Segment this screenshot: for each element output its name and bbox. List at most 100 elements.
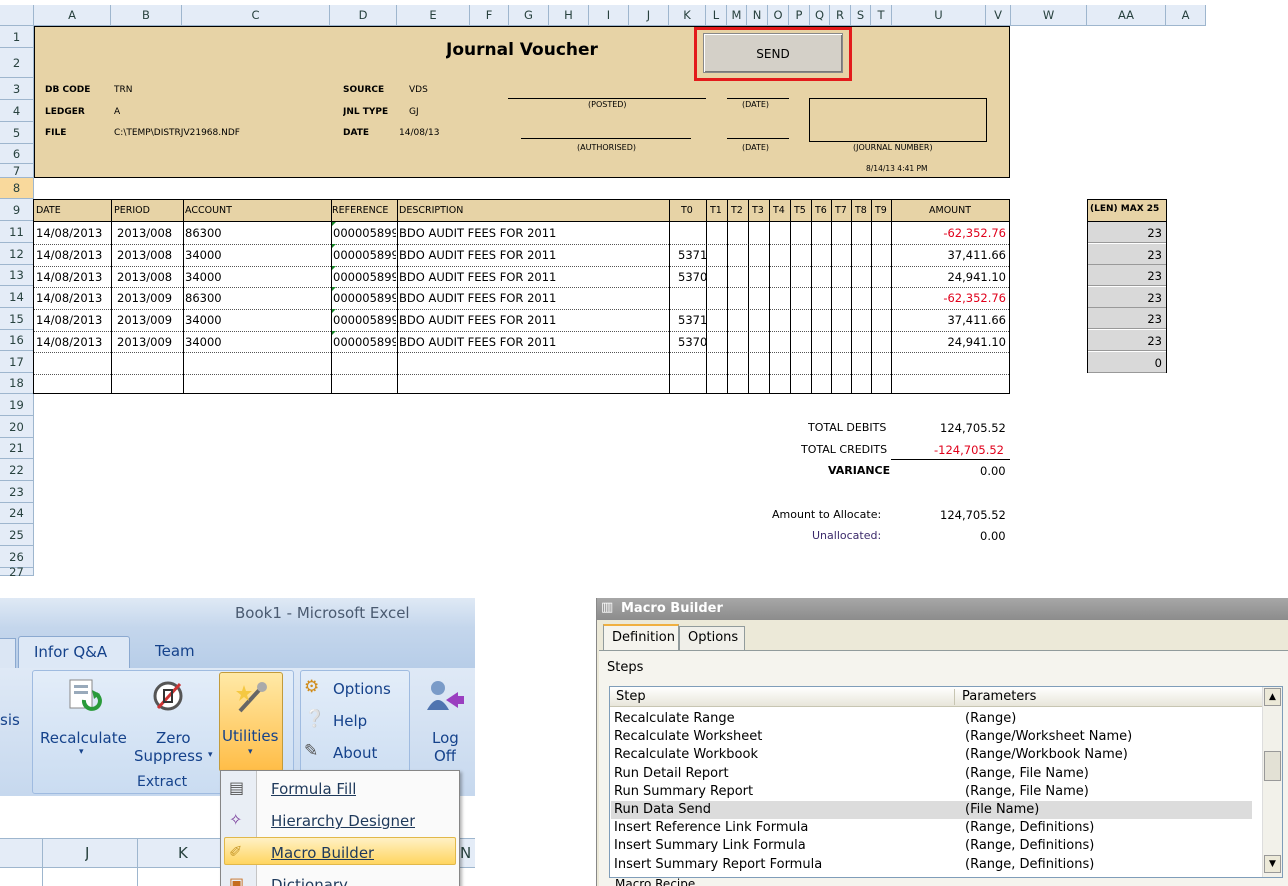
log-off-button[interactable]: Log Off xyxy=(418,674,474,770)
cell-amount[interactable]: 24,941.10 xyxy=(947,270,1006,284)
journal-number-box[interactable] xyxy=(809,98,987,142)
cell-reference[interactable]: 000005899 xyxy=(333,226,396,240)
row-header[interactable]: 13 xyxy=(0,265,34,286)
steps-scrollbar[interactable]: ▲ ▼ xyxy=(1262,687,1282,877)
column-header[interactable]: W xyxy=(1011,5,1087,26)
cell-period[interactable]: 2013/008 xyxy=(117,226,172,240)
cell-date[interactable]: 14/08/2013 xyxy=(36,270,102,284)
column-header[interactable]: D xyxy=(330,5,397,26)
macro-step-row[interactable]: Run Detail Report (Range, File Name) xyxy=(611,765,1252,783)
col-params-header[interactable]: Parameters xyxy=(962,689,1036,704)
cell-date[interactable]: 14/08/2013 xyxy=(36,313,102,327)
column-header[interactable]: A xyxy=(34,5,111,26)
cell-description[interactable]: BDO AUDIT FEES FOR 2011 xyxy=(399,291,556,305)
column-header[interactable]: C xyxy=(182,5,330,26)
row-header[interactable]: 24 xyxy=(0,503,34,524)
column-header[interactable]: M xyxy=(727,5,747,26)
column-header[interactable]: H xyxy=(549,5,589,26)
row-header[interactable]: 12 xyxy=(0,243,34,265)
row-header[interactable]: 9 xyxy=(0,199,34,221)
row-header[interactable]: 20 xyxy=(0,416,34,438)
cell-description[interactable]: BDO AUDIT FEES FOR 2011 xyxy=(399,226,556,240)
row-header[interactable]: 27 xyxy=(0,566,34,576)
cell-reference[interactable]: 000005899 xyxy=(333,291,396,305)
column-header[interactable]: R xyxy=(830,5,851,26)
help-button[interactable]: ❔ Help xyxy=(304,709,404,732)
cell-period[interactable]: 2013/008 xyxy=(117,270,172,284)
scroll-thumb[interactable] xyxy=(1264,751,1281,781)
col-n-header[interactable]: N xyxy=(460,844,471,862)
column-header[interactable]: P xyxy=(789,5,810,26)
cell-reference[interactable]: 000005899 xyxy=(333,335,396,349)
macro-step-row[interactable]: Insert Reference Link Formula (Range, Def… xyxy=(611,819,1252,837)
len-value-cell[interactable]: 0 xyxy=(1088,351,1166,373)
cell-amount[interactable]: 24,941.10 xyxy=(947,335,1006,349)
cell-date[interactable]: 14/08/2013 xyxy=(36,291,102,305)
column-header[interactable]: A xyxy=(1166,5,1206,26)
cell-period[interactable]: 2013/008 xyxy=(117,248,172,262)
column-header[interactable]: V xyxy=(986,5,1011,26)
row-header[interactable]: 18 xyxy=(0,373,34,394)
table-row[interactable]: 14/08/2013 2013/008 86300 000005899 BDO AUDI… xyxy=(34,222,1009,243)
cell-description[interactable]: BDO AUDIT FEES FOR 2011 xyxy=(399,248,556,262)
column-header[interactable]: Q xyxy=(810,5,830,26)
column-header[interactable]: F xyxy=(470,5,509,26)
cell-amount[interactable]: -62,352.76 xyxy=(943,291,1006,305)
cell-account[interactable]: 34000 xyxy=(185,248,222,262)
row-header[interactable]: 3 xyxy=(0,78,34,100)
cell-amount[interactable]: -62,352.76 xyxy=(943,226,1006,240)
cell-period[interactable]: 2013/009 xyxy=(117,313,172,327)
cell-t0[interactable]: 5371 xyxy=(678,248,707,262)
column-header[interactable]: S xyxy=(851,5,871,26)
cell-account[interactable]: 86300 xyxy=(185,226,222,240)
table-row[interactable]: 14/08/2013 2013/009 34000 000005899 BDO AUDI… xyxy=(34,331,1009,352)
row-header[interactable]: 14 xyxy=(0,286,34,308)
cell-description[interactable]: BDO AUDIT FEES FOR 2011 xyxy=(399,335,556,349)
column-header[interactable]: G xyxy=(509,5,549,26)
row-header[interactable]: 23 xyxy=(0,481,34,503)
date-value[interactable]: 14/08/13 xyxy=(399,128,439,138)
tab-partial[interactable] xyxy=(0,638,16,668)
tab-options[interactable]: Options xyxy=(679,626,745,650)
table-row[interactable]: 14/08/2013 2013/008 34000 000005899 BDO AUDI… xyxy=(34,244,1009,265)
cell-amount[interactable]: 37,411.66 xyxy=(947,313,1006,327)
row-header[interactable]: 16 xyxy=(0,330,34,351)
len-value-cell[interactable]: 23 xyxy=(1088,286,1166,308)
table-row[interactable]: 14/08/2013 2013/009 86300 000005899 BDO AUDI… xyxy=(34,287,1009,308)
scroll-up-button[interactable]: ▲ xyxy=(1264,688,1281,706)
menu-item-macro-builder[interactable]: ✐ Macro Builder xyxy=(221,839,459,867)
row-header[interactable]: 2 xyxy=(0,48,34,78)
column-header[interactable]: B xyxy=(111,5,182,26)
row-header[interactable]: 6 xyxy=(0,144,34,164)
cell-description[interactable]: BDO AUDIT FEES FOR 2011 xyxy=(399,313,556,327)
row-header[interactable]: 19 xyxy=(0,394,34,416)
table-row[interactable]: 14/08/2013 2013/008 34000 000005899 BDO AUDI… xyxy=(34,266,1009,287)
about-button[interactable]: ✎ About xyxy=(304,741,404,764)
len-value-cell[interactable]: 23 xyxy=(1088,243,1166,265)
cell-amount[interactable]: 37,411.66 xyxy=(947,248,1006,262)
menu-item-hierarchy-designer[interactable]: ✧ Hierarchy Designer xyxy=(221,807,459,835)
jnl-type-value[interactable]: GJ xyxy=(409,107,419,117)
options-button[interactable]: ⚙ Options xyxy=(304,677,404,700)
row-header[interactable]: 4 xyxy=(0,100,34,122)
cell-t0[interactable]: 5371 xyxy=(678,313,707,327)
column-header[interactable]: U xyxy=(892,5,986,26)
scroll-down-button[interactable]: ▼ xyxy=(1264,855,1281,873)
len-value-cell[interactable]: 23 xyxy=(1088,222,1166,243)
cell-date[interactable]: 14/08/2013 xyxy=(36,226,102,240)
tab-definition[interactable]: Definition xyxy=(603,624,679,651)
column-header[interactable]: N xyxy=(747,5,768,26)
select-all-corner[interactable] xyxy=(0,5,34,26)
cell-description[interactable]: BDO AUDIT FEES FOR 2011 xyxy=(399,270,556,284)
row-header[interactable]: 8 xyxy=(0,178,34,199)
tab-team[interactable]: Team xyxy=(155,642,195,660)
recalculate-button[interactable]: Recalculate ▾ xyxy=(36,674,130,770)
col-step-header[interactable]: Step xyxy=(616,689,646,704)
menu-item-formula-fill[interactable]: ▤ Formula Fill xyxy=(221,775,459,803)
row-header[interactable]: 21 xyxy=(0,438,34,459)
cell-period[interactable]: 2013/009 xyxy=(117,291,172,305)
cell-account[interactable]: 34000 xyxy=(185,335,222,349)
macro-step-row[interactable]: Recalculate Workbook (Range/Workbook Name… xyxy=(611,746,1252,764)
zero-suppress-button[interactable]: Zero Suppress ▾ xyxy=(132,674,218,770)
cell-t0[interactable]: 5370 xyxy=(678,270,707,284)
